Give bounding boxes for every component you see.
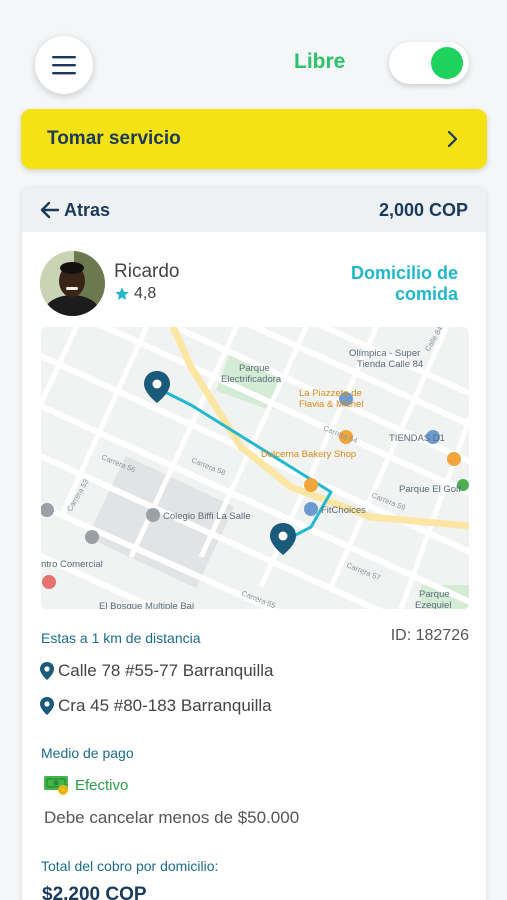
star-icon <box>115 287 129 300</box>
back-button[interactable]: Atras <box>40 200 379 221</box>
card-header: Atras 2,000 COP <box>22 188 486 232</box>
arrow-left-icon <box>40 201 60 219</box>
payment-method: Efectivo <box>43 774 128 796</box>
payment-method-label: Efectivo <box>75 776 129 794</box>
availability-toggle[interactable] <box>389 42 469 84</box>
avatar <box>40 251 105 316</box>
service-type: Domicilio de comida <box>350 263 458 304</box>
chevron-right-icon <box>447 130 458 148</box>
map-label-fitchoices: FitChoices <box>321 505 366 516</box>
hamburger-icon <box>52 56 76 75</box>
driver-rating: 4,8 <box>114 285 156 303</box>
total-value: $2.200 COP <box>42 884 147 900</box>
map-label-olimpica: Olímpica - Super <box>349 348 420 359</box>
route-map[interactable]: Olímpica - Super Tienda Calle 84 Parque … <box>41 327 469 609</box>
availability-status-label: Libre <box>294 50 346 73</box>
toggle-knob <box>431 47 463 79</box>
map-label-el-bosque: El Bosque Multiple Bai <box>99 601 194 609</box>
payment-note: Debe cancelar menos de $50.000 <box>44 808 300 827</box>
map-label-olimpica-2: Tienda Calle 84 <box>357 359 423 370</box>
back-label: Atras <box>64 199 111 220</box>
map-label-dulcerna: Dulcerna Bakery Shop <box>261 449 356 460</box>
location-pin-icon <box>40 697 54 715</box>
pickup-address: Calle 78 #55-77 Barranquilla <box>40 661 273 681</box>
map-label-parque-ezequiel-2: Ezequiel <box>415 600 451 609</box>
map-label-parque-ezequiel: Parque <box>419 589 450 600</box>
total-label: Total del cobro por domicilio: <box>41 858 219 874</box>
order-id: ID: 182726 <box>390 627 469 644</box>
cash-icon <box>44 776 68 795</box>
location-pin-icon <box>40 662 54 680</box>
service-price: 2,000 COP <box>378 199 468 220</box>
take-service-button[interactable]: Tomar servicio <box>21 109 487 169</box>
map-label-parque-elec-2: Electrificadora <box>221 374 282 385</box>
take-service-label: Tomar servicio <box>47 128 181 149</box>
pickup-address-text: Calle 78 #55-77 Barranquilla <box>58 661 274 680</box>
dropoff-address: Cra 45 #80-183 Barranquilla <box>40 696 272 716</box>
map-label-centro: ntro Comercial <box>41 559 103 570</box>
dropoff-address-text: Cra 45 #80-183 Barranquilla <box>58 696 272 715</box>
distance-text: Estas a 1 km de distancia <box>41 630 201 646</box>
service-card: Atras 2,000 COP Ricardo 4,8 Domicilio de… <box>22 188 486 900</box>
menu-button[interactable] <box>35 36 93 94</box>
map-label-colegio: Colegio Biffi La Salle <box>163 511 251 522</box>
map-label-parque-elec: Parque <box>239 363 270 374</box>
map-label-piazzetta: La Piazzeta de <box>299 388 362 399</box>
driver-name: Ricardo <box>114 261 180 282</box>
payment-label: Medio de pago <box>41 745 134 761</box>
map-label-piazzetta-2: Flavia & Michel <box>299 399 363 410</box>
map-label-parque-golf: Parque El Golf <box>399 484 461 495</box>
rating-value: 4,8 <box>134 285 157 302</box>
map-label-tiendas-d1: TIENDAS D1 <box>389 433 445 444</box>
